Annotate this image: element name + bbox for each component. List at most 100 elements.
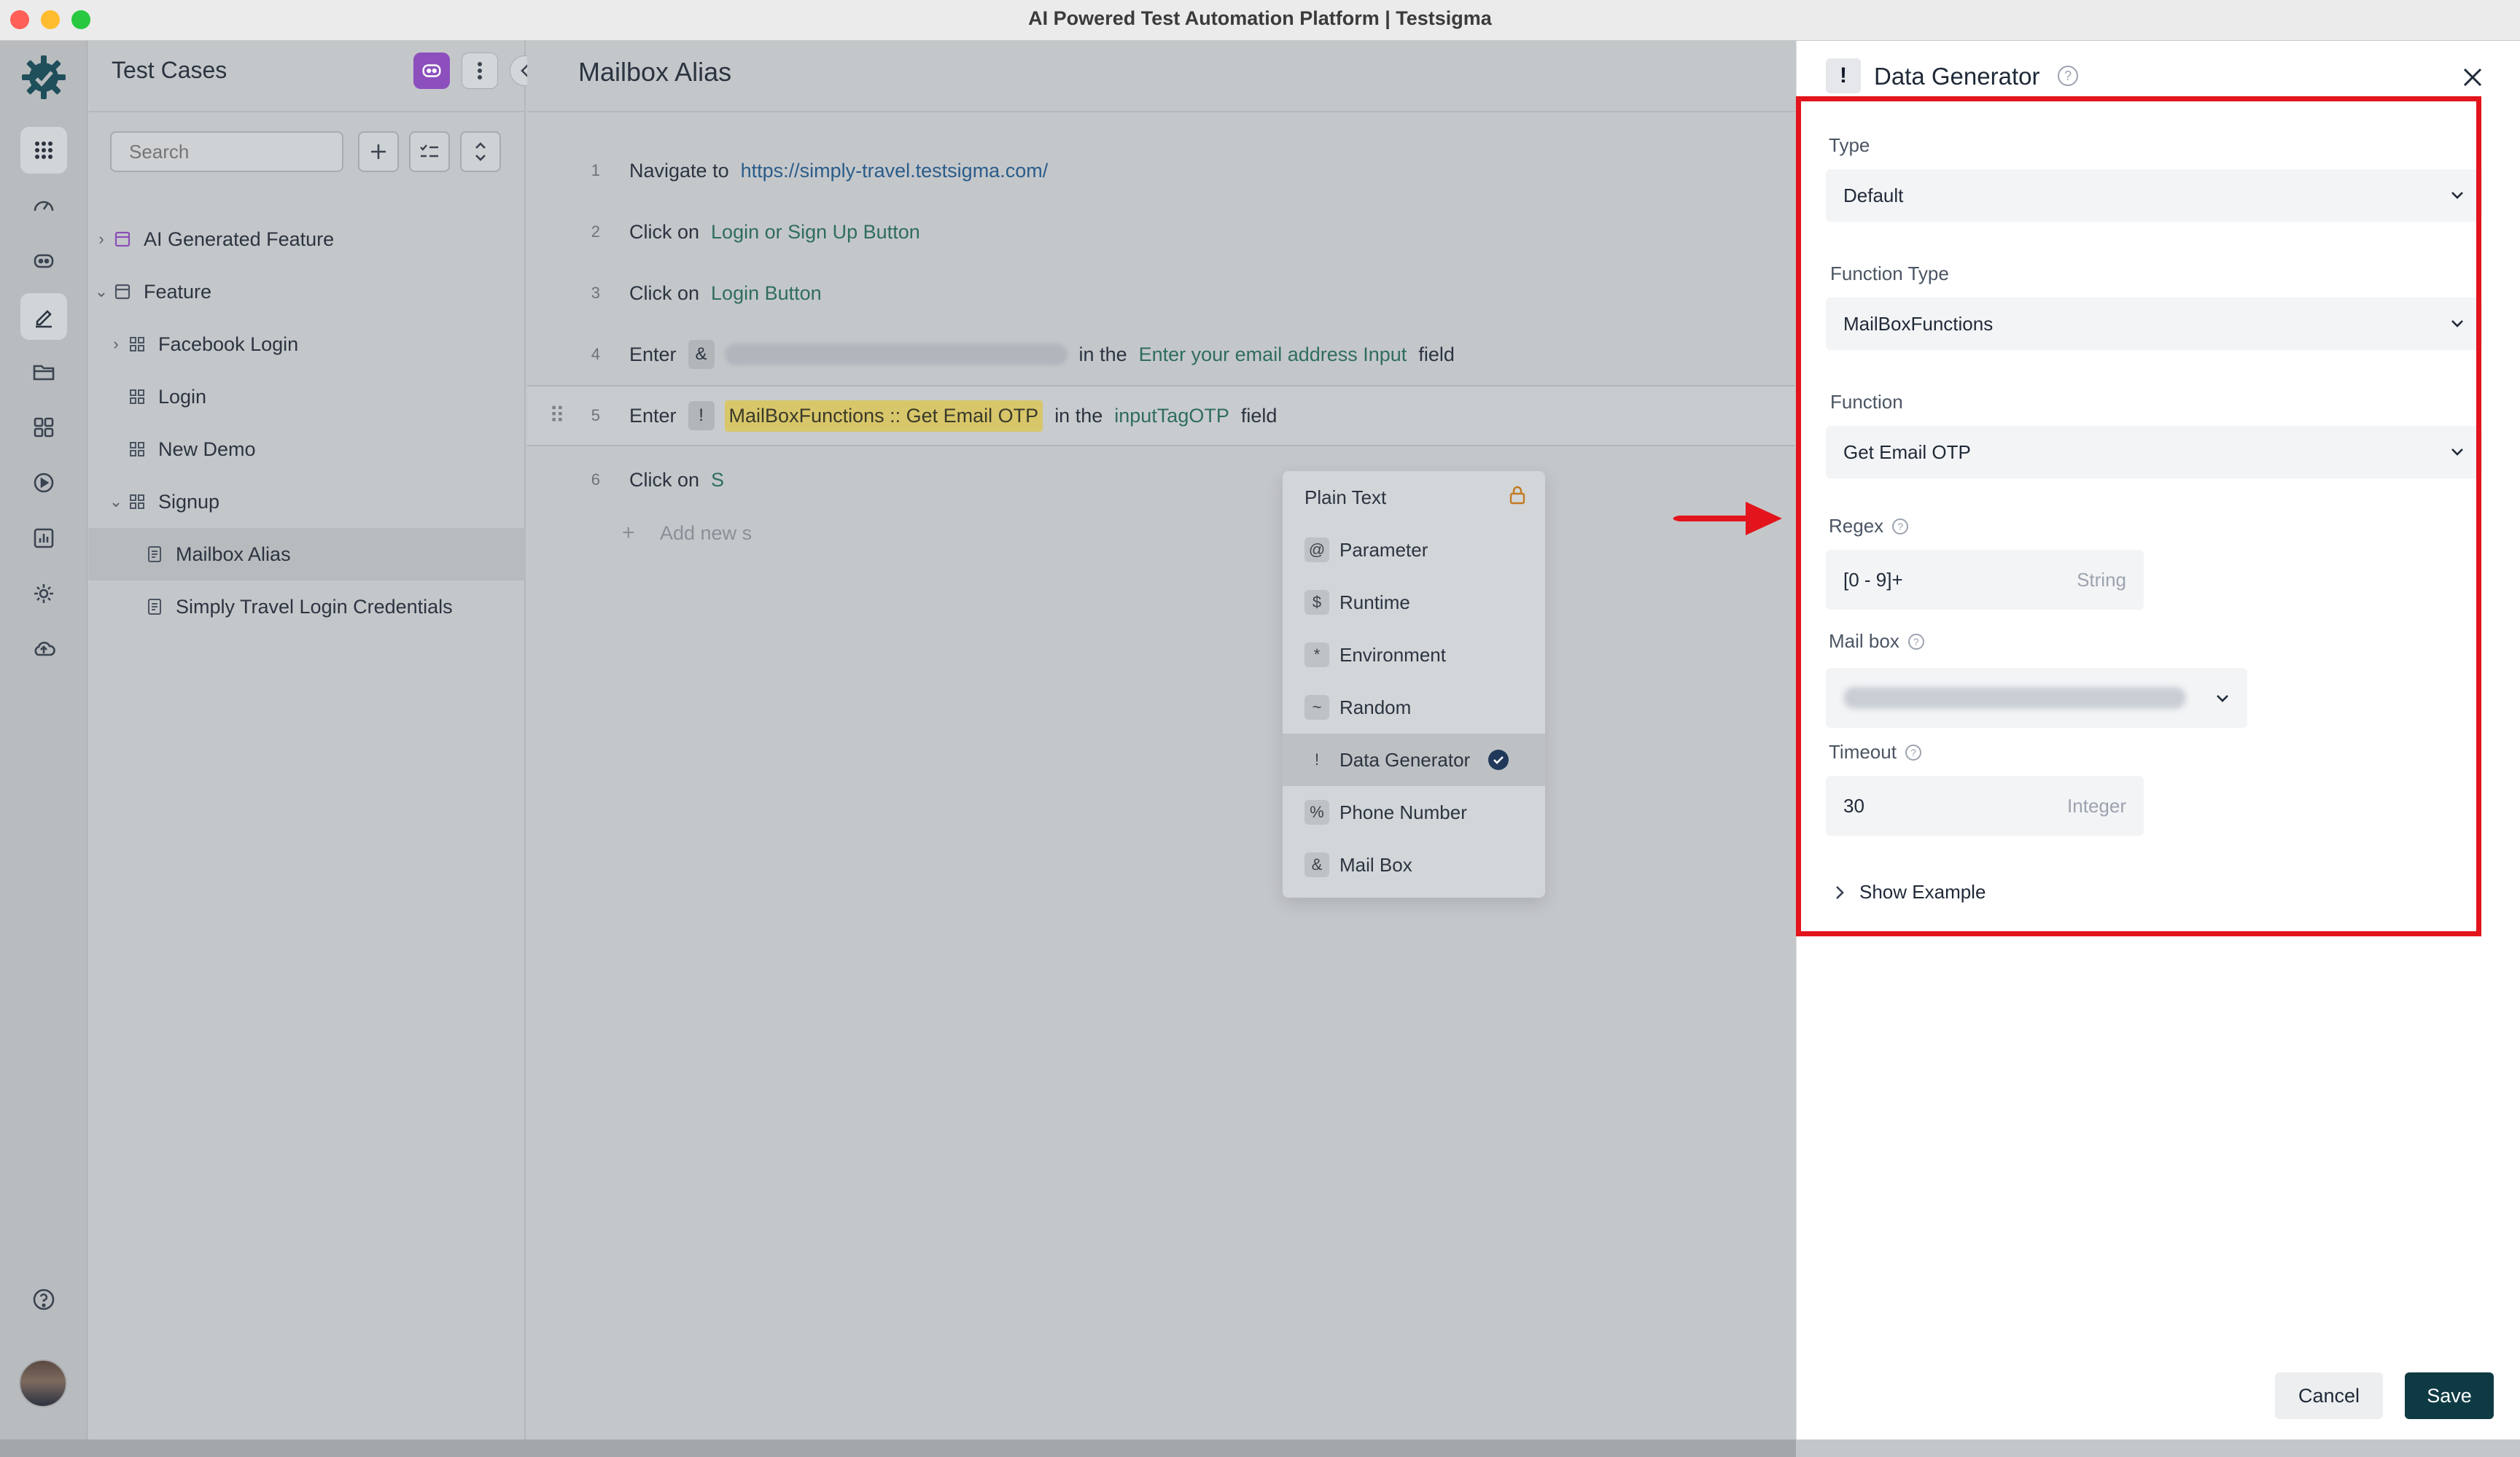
chevron-right-icon[interactable]: › (91, 230, 112, 249)
help-icon[interactable]: ? (1892, 518, 1909, 535)
mailbox-tag[interactable]: & (688, 340, 715, 369)
chevron-down-icon[interactable]: ⌄ (91, 282, 112, 301)
add-new-step[interactable]: + Add new s (622, 521, 752, 545)
help-icon[interactable]: ? (1905, 744, 1921, 761)
step-action: Click on (629, 220, 700, 243)
mail-box-select[interactable] (1826, 668, 2247, 728)
dashboard-icon[interactable] (20, 182, 67, 229)
cloud-upload-icon[interactable] (20, 626, 67, 672)
tree-item-ai-generated-feature[interactable]: › AI Generated Feature (88, 213, 526, 265)
test-step-active[interactable]: ⠿ 5 Enter ! MailBoxFunctions :: Get Emai… (527, 385, 1795, 446)
dropdown-item-random[interactable]: ~ Random (1283, 681, 1545, 734)
lock-icon (1509, 485, 1526, 510)
dropdown-item-mail-box[interactable]: & Mail Box (1283, 839, 1545, 891)
step-action: Enter (629, 343, 677, 365)
type-select[interactable]: Default (1826, 169, 2482, 222)
tree-item-feature[interactable]: ⌄ Feature (88, 265, 526, 318)
dropdown-item-label: Runtime (1339, 591, 1410, 613)
apps-icon[interactable] (20, 127, 67, 174)
tree-item-login[interactable]: Login (88, 370, 526, 423)
step-number: 4 (591, 345, 600, 363)
dropdown-item-runtime[interactable]: $ Runtime (1283, 576, 1545, 629)
redacted-email-value[interactable] (724, 343, 1068, 365)
chevron-down-icon (2451, 320, 2463, 327)
testsigma-logo-icon[interactable] (19, 53, 69, 102)
elements-icon[interactable] (20, 404, 67, 451)
step-number: 5 (591, 406, 600, 424)
reports-icon[interactable] (20, 515, 67, 562)
dropdown-item-data-generator[interactable]: ! Data Generator (1283, 734, 1545, 786)
test-step[interactable]: 1 Navigate to https://simply-travel.test… (527, 140, 1795, 201)
step-element[interactable]: Login Button (711, 282, 822, 305)
add-test-case-button[interactable] (358, 131, 399, 172)
step-suffix: field (1240, 404, 1278, 427)
tree-item-simply-travel-login-credentials[interactable]: Simply Travel Login Credentials (88, 580, 526, 633)
help-icon[interactable] (20, 1276, 67, 1323)
chevron-right-icon[interactable]: › (106, 335, 126, 354)
tree-item-mailbox-alias[interactable]: Mailbox Alias (88, 528, 526, 580)
tree-item-signup[interactable]: ⌄ Signup (88, 475, 526, 528)
dropdown-item-label: Mail Box (1339, 853, 1412, 876)
tree-item-label: Signup (158, 490, 220, 513)
tree-item-new-demo[interactable]: New Demo (88, 423, 526, 475)
test-step[interactable]: 3 Click on Login Button (527, 263, 1795, 324)
dropdown-item-plain-text[interactable]: Plain Text (1283, 471, 1545, 524)
ai-agent-icon[interactable] (20, 238, 67, 284)
close-icon[interactable] (2457, 61, 2489, 93)
test-cases-panel: Test Cases › AI Generated Feature ⌄ Feat… (88, 41, 540, 1439)
divider (88, 111, 526, 112)
save-button[interactable]: Save (2405, 1372, 2494, 1419)
tree-item-facebook-login[interactable]: › Facebook Login (88, 318, 526, 370)
window-titlebar: AI Powered Test Automation Platform | Te… (0, 0, 2520, 41)
filter-button[interactable] (409, 131, 450, 172)
redacted-mailbox-value (1843, 687, 2186, 709)
test-step[interactable]: 4 Enter & in the Enter your email addres… (527, 324, 1795, 385)
test-cases-icon[interactable] (20, 293, 67, 340)
page-title: Mailbox Alias (578, 57, 732, 87)
more-options-button[interactable] (462, 53, 498, 89)
regex-input[interactable]: [0 - 9]+ String (1826, 550, 2144, 610)
panel-title: Data Generator (1874, 63, 2040, 90)
feature-icon (112, 228, 133, 250)
step-element[interactable]: inputTagOTP (1114, 405, 1229, 427)
mail-box-symbol-icon: & (1304, 852, 1329, 877)
runtime-symbol-icon: $ (1304, 590, 1329, 615)
tree-item-label: Feature (144, 280, 212, 303)
step-action: Click on (629, 468, 700, 491)
test-step[interactable]: 2 Click on Login or Sign Up Button (527, 201, 1795, 263)
function-select[interactable]: Get Email OTP (1826, 426, 2482, 478)
expand-collapse-button[interactable] (460, 131, 501, 172)
dropdown-item-environment[interactable]: * Environment (1283, 629, 1545, 681)
check-circle-icon (1488, 750, 1509, 770)
runs-icon[interactable] (20, 459, 67, 506)
timeout-input[interactable]: 30 Integer (1826, 776, 2144, 836)
settings-icon[interactable] (20, 570, 67, 617)
dropdown-item-phone-number[interactable]: % Phone Number (1283, 786, 1545, 839)
step-test-data-value[interactable]: MailBoxFunctions :: Get Email OTP (724, 400, 1043, 432)
function-type-label: Function Type (1830, 263, 1949, 284)
function-type-select[interactable]: MailBoxFunctions (1826, 298, 2482, 350)
step-element[interactable]: Login or Sign Up Button (711, 221, 920, 244)
type-select-value: Default (1843, 184, 1904, 206)
folder-icon[interactable] (20, 349, 67, 395)
help-icon[interactable]: ? (1908, 633, 1924, 650)
status-strip (0, 1439, 1796, 1457)
search-input[interactable] (110, 131, 343, 172)
help-icon[interactable]: ? (2058, 66, 2078, 86)
ai-assistant-button[interactable] (413, 53, 450, 89)
step-element[interactable]: S (711, 469, 724, 492)
dropdown-item-parameter[interactable]: @ Parameter (1283, 524, 1545, 576)
show-example-toggle[interactable]: Show Example (1835, 881, 1986, 904)
chevron-down-icon[interactable]: ⌄ (106, 492, 126, 511)
step-url[interactable]: https://simply-travel.testsigma.com/ (741, 160, 1049, 182)
step-action: Click on (629, 281, 700, 304)
drag-handle-icon[interactable]: ⠿ (549, 403, 565, 429)
step-element[interactable]: Enter your email address Input (1139, 343, 1407, 366)
data-generator-tag[interactable]: ! (688, 401, 715, 430)
step-connector: in the (1078, 343, 1127, 365)
avatar[interactable] (19, 1359, 67, 1407)
step-number: 2 (591, 222, 600, 241)
cancel-button[interactable]: Cancel (2275, 1372, 2383, 1419)
data-generator-panel: ! Data Generator ? Type Default Function… (1796, 41, 2520, 1439)
test-step[interactable]: 6 Click on S (527, 449, 1795, 510)
